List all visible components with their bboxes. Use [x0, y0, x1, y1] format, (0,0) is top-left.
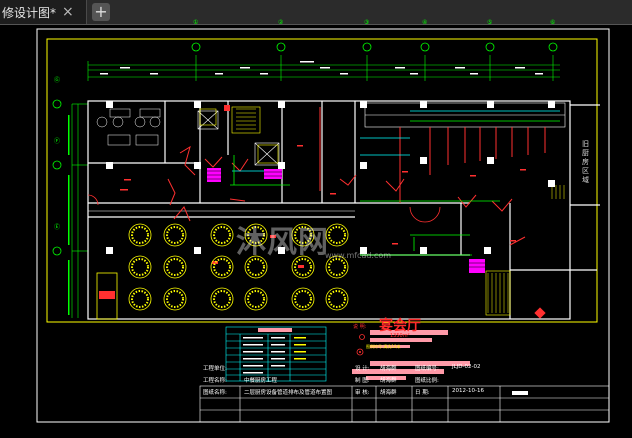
notes-section [352, 330, 470, 380]
tb-value-project: 中餐厨房工程 [244, 378, 278, 384]
equipment-legend-table [225, 326, 327, 382]
axis-col-1: ① [193, 19, 199, 26]
cad-drawing-canvas[interactable]: 沐风网 www.mfcad.com 宴会厅 1350m² 旧厨房区域 说 明: … [0, 19, 632, 434]
notes-title: 说 明: [353, 324, 367, 330]
tb-label-unit: 工程单位: [203, 366, 227, 372]
tb-label-draft: 制 图: [355, 378, 370, 384]
axis-col-4: ④ [422, 19, 428, 26]
tb-label-drawing: 图纸名称: [203, 390, 227, 396]
watermark-logo: 沐风网 [236, 225, 329, 260]
watermark-url: www.mfcad.com [325, 251, 392, 260]
column-axis-bubbles [191, 42, 558, 52]
tb-value-date: 2012-10-16 [452, 388, 484, 394]
axis-row-e: Ⓔ [54, 224, 61, 231]
add-tab-button[interactable]: + [92, 3, 110, 21]
row-axis-dims [68, 115, 70, 315]
dimension-marks [100, 61, 543, 75]
tb-label-date: 日 期: [415, 390, 430, 396]
red-tags [120, 105, 546, 319]
tb-value-review: 胡海群 [380, 390, 397, 396]
axis-col-6: ⑥ [550, 19, 556, 26]
tb-label-number: 图纸编号: [415, 366, 439, 372]
building-walls [87, 100, 600, 320]
axis-col-2: ② [278, 19, 284, 26]
close-icon[interactable]: × [62, 0, 74, 24]
old-kitchen-label: 旧厨房区域 [582, 140, 589, 184]
notes-legend-line: 图例符号:清洗10米 [366, 344, 401, 349]
document-tab[interactable]: 修设计图* × [0, 0, 87, 24]
banquet-hall-area: 1350m² [390, 333, 410, 339]
row-axis-bubbles [52, 99, 62, 256]
tb-label-project: 工程名称: [203, 378, 227, 384]
restroom-fixtures [96, 108, 161, 146]
tab-bar: 修设计图* × + [0, 0, 632, 25]
tb-value-design: 胡海群 [380, 366, 397, 372]
tb-value-number: JLJD-02-02 [452, 364, 481, 370]
banquet-hall-label: 宴会厅 [379, 318, 421, 334]
tb-label-review: 审 核: [355, 390, 370, 396]
tab-title: 修设计图* [2, 5, 57, 20]
axis-col-3: ③ [364, 19, 370, 26]
tb-value-draft: 胡海群 [380, 378, 397, 384]
axis-row-g: Ⓖ [54, 77, 61, 84]
tb-label-scale: 图纸比例: [415, 378, 439, 384]
axis-row-f: Ⓕ [54, 138, 61, 145]
tb-label-design: 设 计: [355, 366, 370, 372]
tb-value-drawing: 二层厨房设备管道排布及管道布置图 [244, 390, 333, 396]
structural-columns [106, 101, 555, 254]
axis-col-5: ⑤ [487, 19, 493, 26]
